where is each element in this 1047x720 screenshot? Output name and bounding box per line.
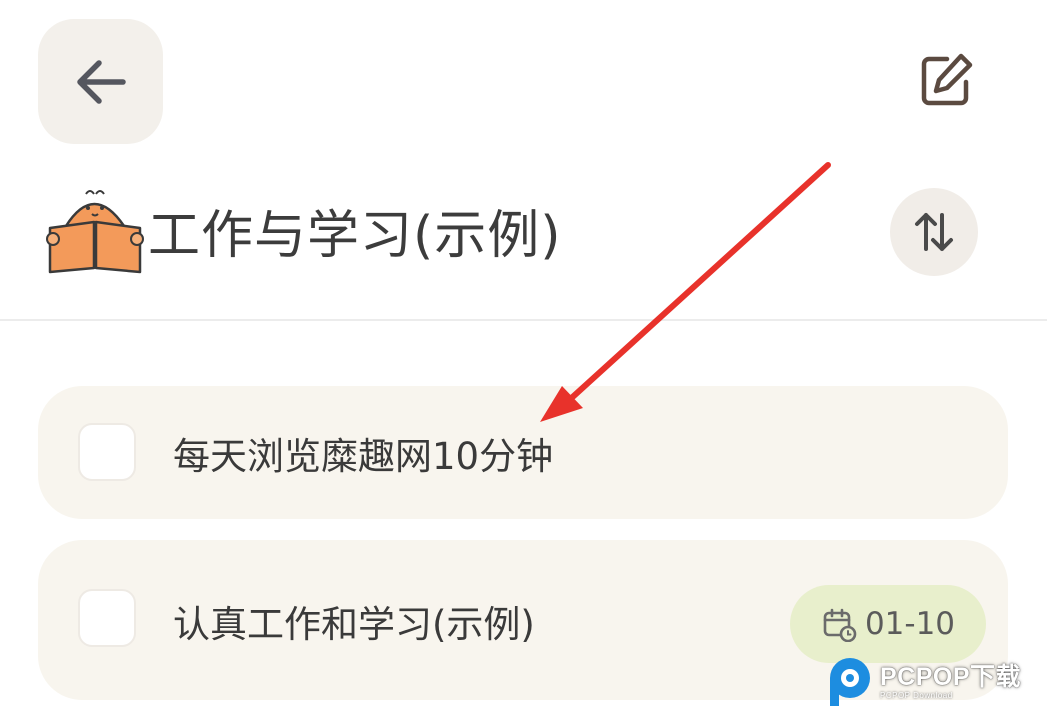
watermark-brand: PCPOP下载 — [880, 662, 1022, 691]
arrow-left-icon — [76, 59, 126, 104]
due-date-text: 01-10 — [864, 606, 956, 642]
task-checkbox[interactable] — [78, 423, 136, 481]
watermark: PCPOP下载 PCPOP Download — [826, 656, 1021, 708]
divider — [0, 319, 1047, 321]
sort-button[interactable] — [890, 188, 978, 276]
task-text: 认真工作和学习(示例) — [173, 603, 535, 646]
back-button[interactable] — [38, 19, 163, 144]
sort-arrows-icon — [915, 213, 953, 251]
task-item[interactable]: 每天浏览糜趣网10分钟 — [38, 386, 1008, 519]
list-title-row: 工作与学习(示例) — [44, 180, 562, 280]
edit-button[interactable] — [912, 45, 982, 115]
due-date-badge[interactable]: 01-10 — [790, 585, 986, 663]
calendar-clock-icon — [823, 608, 857, 642]
pcpop-logo-icon — [830, 658, 870, 706]
watermark-subtitle: PCPOP Download — [880, 690, 953, 700]
task-text: 每天浏览糜趣网10分钟 — [173, 435, 554, 478]
edit-note-icon — [921, 53, 973, 106]
bear-reading-book-icon — [46, 190, 144, 274]
page-title: 工作与学习(示例) — [148, 205, 562, 266]
task-checkbox[interactable] — [78, 589, 136, 647]
